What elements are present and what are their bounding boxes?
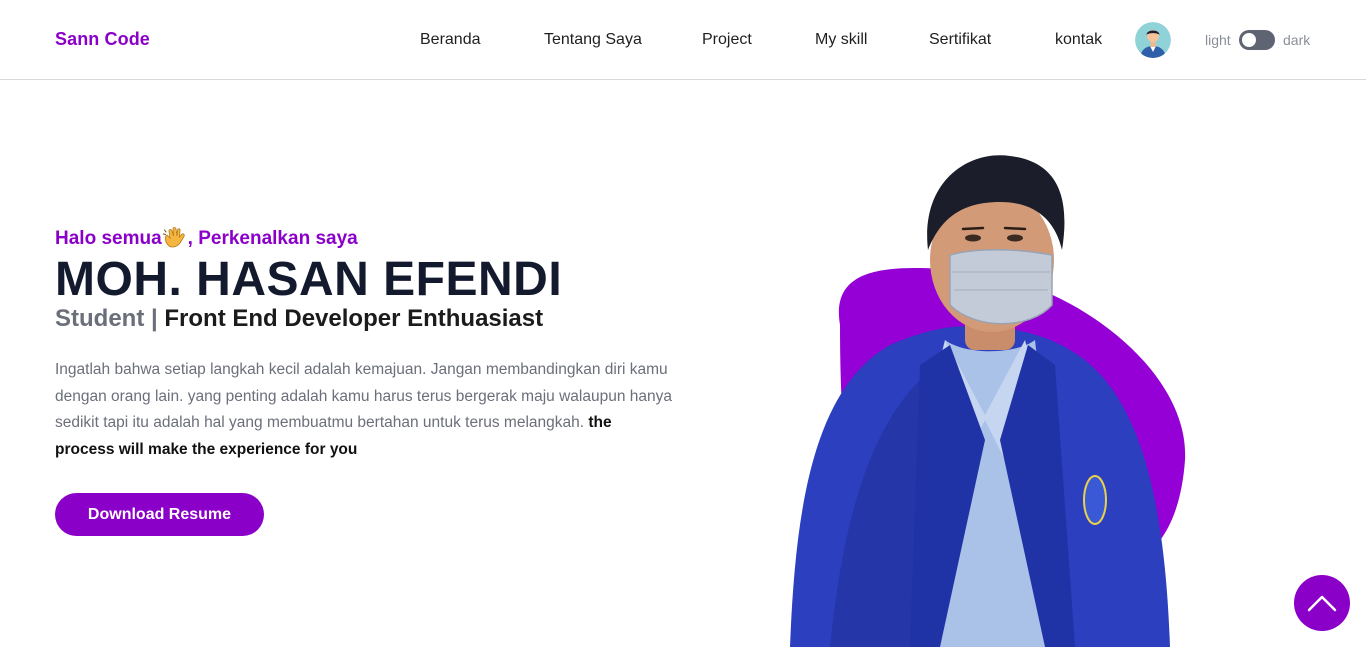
chevron-up-icon <box>1307 595 1337 612</box>
theme-toggle-switch[interactable] <box>1239 30 1275 50</box>
greeting-text-end: , Perkenalkan saya <box>187 228 358 249</box>
theme-dark-label: dark <box>1283 32 1311 48</box>
hero-description: Ingatlah bahwa setiap langkah kecil adal… <box>55 357 675 463</box>
toggle-knob <box>1242 33 1256 47</box>
nav-item-tentang-saya[interactable]: Tentang Saya <box>544 31 642 49</box>
theme-light-label: light <box>1205 32 1231 48</box>
hero-name: MOH. HASAN EFENDI <box>55 253 563 306</box>
role-secondary: Front End Developer Enthuasiast <box>164 305 544 332</box>
nav-item-beranda[interactable]: Beranda <box>420 31 481 49</box>
hero-greeting: Halo semua , Perkenalkan saya <box>55 226 358 250</box>
nav-item-kontak[interactable]: kontak <box>1055 31 1102 49</box>
nav-item-project[interactable]: Project <box>702 31 752 49</box>
profile-photo-icon <box>770 140 1210 647</box>
description-text: Ingatlah bahwa setiap langkah kecil adal… <box>55 361 672 431</box>
user-avatar-icon[interactable] <box>1135 22 1171 58</box>
role-separator: | <box>151 305 158 332</box>
navbar: Sann Code Beranda Tentang Saya Project M… <box>0 0 1366 80</box>
hero-role: Student | Front End Developer Enthuasias… <box>55 305 543 333</box>
scroll-top-button[interactable] <box>1294 575 1350 631</box>
site-logo[interactable]: Sann Code <box>55 29 150 50</box>
greeting-text-start: Halo semua <box>55 228 162 249</box>
nav-item-my-skill[interactable]: My skill <box>815 31 867 49</box>
waving-hand-icon <box>162 226 187 248</box>
role-primary: Student <box>55 305 145 332</box>
download-resume-button[interactable]: Download Resume <box>55 493 264 536</box>
nav-item-sertifikat[interactable]: Sertifikat <box>929 31 991 49</box>
